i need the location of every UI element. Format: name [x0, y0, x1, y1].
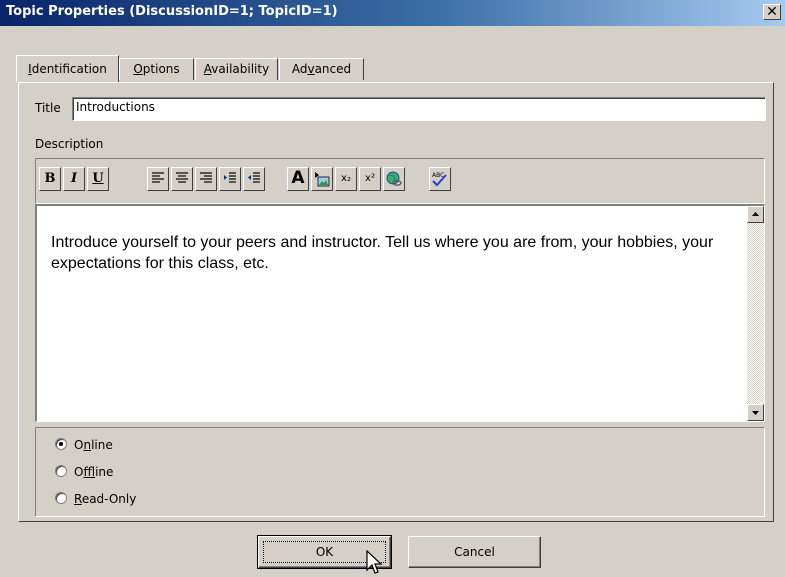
align-center-button[interactable]: [171, 167, 193, 191]
scroll-up-button[interactable]: [747, 206, 764, 223]
subscript-button[interactable]: x₂: [335, 167, 357, 191]
tab-availability[interactable]: Availability: [195, 58, 278, 80]
title-input[interactable]: Introductions: [72, 97, 766, 121]
window-title: Topic Properties (DiscussionID=1; TopicI…: [6, 4, 338, 19]
cancel-label: Cancel: [454, 545, 495, 559]
radio-read-only-label: Read-Only: [74, 492, 137, 506]
status-radio-group: Online Offline Read-Only: [35, 427, 765, 517]
radio-online-label: Online: [74, 438, 113, 452]
scroll-up-icon: [752, 212, 759, 216]
mouse-pointer-icon: [366, 550, 383, 574]
title-label: Title: [35, 101, 61, 115]
description-text: Introduce yourself to your peers and ins…: [51, 234, 714, 272]
tab-accel: v: [307, 62, 315, 76]
tab-label-prefix: Ad: [291, 62, 308, 76]
italic-button[interactable]: I: [63, 167, 85, 191]
radio-offline-button[interactable]: [55, 465, 67, 477]
insert-image-icon: [315, 172, 330, 187]
tab-identification[interactable]: Identification: [16, 55, 119, 82]
tab-label: ptions: [142, 62, 180, 76]
superscript-button[interactable]: x²: [359, 167, 381, 191]
outdent-icon: [248, 172, 260, 183]
insert-link-button[interactable]: [383, 167, 405, 191]
tab-accel: O: [133, 62, 143, 76]
indent-icon: [224, 172, 236, 183]
title-bar[interactable]: Topic Properties (DiscussionID=1; TopicI…: [0, 0, 785, 26]
tab-label: vailability: [211, 62, 270, 76]
description-editor[interactable]: Introduce yourself to your peers and ins…: [35, 204, 765, 422]
scroll-down-button[interactable]: [747, 404, 764, 421]
close-button[interactable]: ✕: [763, 4, 781, 20]
vertical-scrollbar[interactable]: [747, 206, 764, 421]
align-left-button[interactable]: [147, 167, 169, 191]
indent-button[interactable]: [219, 167, 241, 191]
scroll-down-icon: [752, 411, 759, 415]
font-button[interactable]: A: [287, 167, 309, 191]
align-left-icon: [152, 172, 164, 183]
radio-online-button[interactable]: [55, 438, 67, 450]
tab-label: dentification: [31, 62, 107, 76]
underline-button[interactable]: U: [87, 167, 109, 191]
outdent-button[interactable]: [243, 167, 265, 191]
spellcheck-icon: ABC: [432, 172, 447, 187]
globe-link-icon: [386, 171, 402, 186]
bold-button[interactable]: B: [39, 167, 61, 191]
dialog-window: Topic Properties (DiscussionID=1; TopicI…: [0, 0, 785, 577]
cancel-button[interactable]: Cancel: [408, 536, 541, 568]
align-right-icon: [200, 172, 212, 183]
align-right-button[interactable]: [195, 167, 217, 191]
radio-read-only-button[interactable]: [55, 492, 67, 504]
insert-image-button[interactable]: [311, 167, 333, 191]
close-icon: ✕: [766, 4, 778, 20]
align-center-icon: [176, 172, 188, 183]
spellcheck-button[interactable]: ABC: [429, 167, 451, 191]
radio-offline-label: Offline: [74, 465, 114, 479]
tab-label: anced: [314, 62, 352, 76]
tab-options[interactable]: Options: [119, 58, 194, 80]
format-toolbar: B I U A x₂ x² ABC: [35, 158, 765, 204]
tab-advanced[interactable]: Advanced: [279, 58, 364, 80]
description-label: Description: [35, 137, 104, 151]
